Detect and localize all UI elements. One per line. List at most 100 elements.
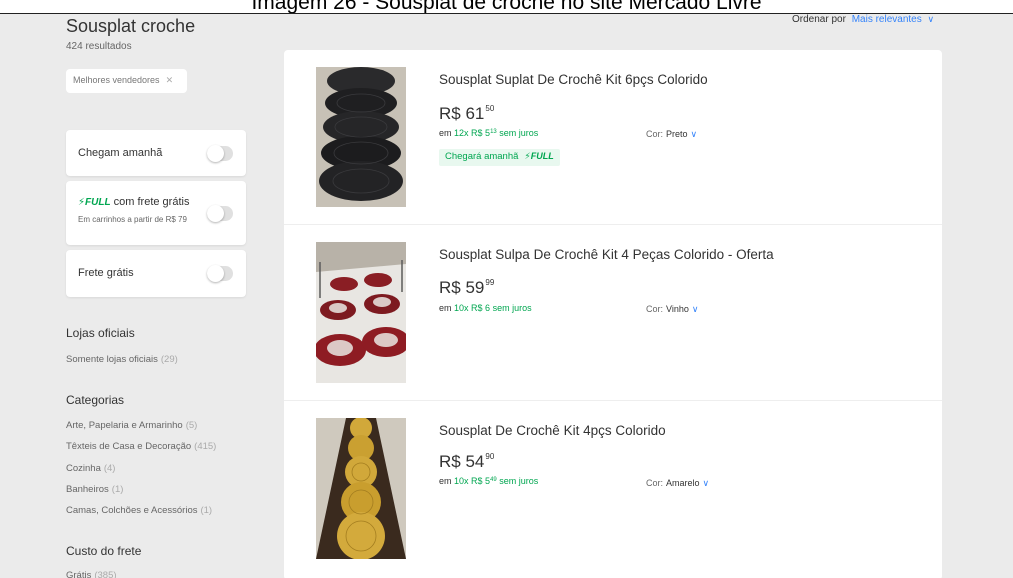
color-label: Cor:: [646, 129, 664, 139]
shipping-cost-count: (385): [94, 570, 117, 578]
installments-cents: 13: [490, 129, 497, 135]
toggle-sublabel: Em carrinhos a partir de R$ 79: [78, 215, 187, 224]
shipping-badge-text: Chegará amanhã: [445, 151, 519, 162]
sort-value: Mais relevantes: [851, 14, 922, 25]
color-label: Cor:: [646, 478, 664, 488]
chevron-down-icon: ∨: [702, 478, 710, 488]
results-list: Sousplat Suplat De Crochê Kit 6pçs Color…: [284, 50, 942, 578]
color-value: Amarelo: [666, 478, 700, 488]
full-logo-text: FULL: [85, 197, 111, 208]
results-count: 424 resultados: [66, 41, 132, 52]
product-price: R$ 6150: [439, 104, 494, 124]
product-image-yellow-crochet[interactable]: [316, 418, 406, 559]
category-link[interactable]: Arte, Papelaria e Armarinho (5): [66, 420, 197, 431]
filter-link-count: (29): [160, 354, 178, 365]
price-currency: R$: [439, 278, 461, 297]
price-int: 54: [465, 452, 485, 471]
product-price: R$ 5490: [439, 452, 494, 472]
category-label: Têxteis de Casa e Decoração: [66, 441, 192, 452]
category-count: (4): [103, 463, 116, 474]
product-photo: [316, 418, 406, 559]
installments: em 10x R$ 549 sem juros: [439, 476, 538, 486]
category-label: Cozinha: [66, 463, 101, 474]
category-link[interactable]: Cozinha (4): [66, 463, 115, 474]
filter-frete-gratis[interactable]: Frete grátis: [66, 250, 246, 297]
installments-em: em: [439, 128, 452, 138]
installments-suffix: sem juros: [499, 476, 539, 486]
category-count: (1): [200, 505, 213, 516]
installments-suffix: sem juros: [499, 128, 539, 138]
color-selector[interactable]: Cor: Amarelo ∨: [646, 478, 709, 489]
filter-link-label: Somente lojas oficiais: [66, 354, 158, 365]
installments-em: em: [439, 303, 452, 313]
price-cents: 50: [485, 104, 495, 113]
toggle-label: Chegam amanhã: [78, 147, 163, 159]
full-logo: ⚡FULL: [78, 197, 111, 208]
product-image-black-crochet[interactable]: [316, 67, 406, 207]
product-title[interactable]: Sousplat Suplat De Crochê Kit 6pçs Color…: [439, 72, 708, 87]
sort-label: Ordenar por: [792, 14, 846, 25]
sort-dropdown[interactable]: Ordenar por Mais relevantes ∨: [792, 14, 934, 25]
product-title[interactable]: Sousplat De Crochê Kit 4pçs Colorido: [439, 423, 666, 438]
installments: em 12x R$ 513 sem juros: [439, 128, 538, 138]
installments-cents: 49: [490, 477, 497, 483]
product-card[interactable]: Sousplat De Crochê Kit 4pçs Colorido R$ …: [284, 401, 942, 578]
full-label-text: com frete grátis: [113, 196, 190, 208]
category-label: Camas, Colchões e Acessórios: [66, 505, 198, 516]
category-label: Arte, Papelaria e Armarinho: [66, 420, 183, 431]
product-image-wine-crochet[interactable]: [316, 242, 406, 383]
section-title-custo-frete: Custo do frete: [66, 544, 142, 558]
filter-link-lojas-oficiais[interactable]: Somente lojas oficiais (29): [66, 354, 178, 365]
price-cents: 99: [485, 278, 495, 287]
installments-main: 10x R$ 6: [454, 303, 491, 313]
shipping-cost-link[interactable]: Grátis (385): [66, 570, 117, 578]
section-title-lojas-oficiais: Lojas oficiais: [66, 326, 135, 340]
color-selector[interactable]: Cor: Preto ∨: [646, 129, 697, 140]
product-title[interactable]: Sousplat Sulpa De Crochê Kit 4 Peças Col…: [439, 247, 774, 262]
chevron-down-icon: ∨: [927, 14, 935, 24]
product-photo: [316, 67, 406, 207]
price-int: 61: [465, 104, 485, 123]
color-value: Preto: [666, 129, 688, 139]
full-logo-text: FULL: [530, 151, 554, 161]
color-selector[interactable]: Cor: Vinho ∨: [646, 304, 698, 315]
price-currency: R$: [439, 104, 461, 123]
shipping-cost-label: Grátis: [66, 570, 92, 578]
toggle-switch[interactable]: [207, 205, 233, 222]
applied-filter-chip[interactable]: Melhores vendedores ✕: [66, 69, 187, 93]
category-link[interactable]: Têxteis de Casa e Decoração (415): [66, 441, 216, 452]
price-int: 59: [465, 278, 485, 297]
category-count: (1): [111, 484, 124, 495]
full-logo: ⚡FULL: [524, 151, 553, 161]
toggle-label: Frete grátis: [78, 267, 134, 279]
chevron-down-icon: ∨: [690, 129, 698, 139]
full-toggle-label: ⚡FULL com frete grátis: [78, 196, 189, 208]
color-label: Cor:: [646, 304, 664, 314]
category-count: (415): [194, 441, 217, 452]
chip-label: Melhores vendedores: [73, 75, 160, 85]
close-icon[interactable]: ✕: [166, 75, 174, 85]
shipping-badge: Chegará amanhã ⚡FULL: [439, 149, 560, 166]
price-cents: 90: [485, 452, 495, 461]
category-link[interactable]: Banheiros (1): [66, 484, 123, 495]
product-photo: [316, 242, 406, 383]
toggle-switch[interactable]: [207, 265, 233, 282]
bolt-icon: ⚡: [78, 197, 86, 208]
product-card[interactable]: Sousplat Suplat De Crochê Kit 6pçs Color…: [284, 50, 942, 225]
filter-chegam-amanha[interactable]: Chegam amanhã: [66, 130, 246, 176]
product-card[interactable]: Sousplat Sulpa De Crochê Kit 4 Peças Col…: [284, 225, 942, 401]
toggle-switch[interactable]: [207, 145, 233, 162]
installments-suffix: sem juros: [492, 303, 532, 313]
installments: em 10x R$ 6 sem juros: [439, 303, 532, 313]
category-count: (5): [185, 420, 198, 431]
search-title: Sousplat croche: [66, 16, 196, 36]
filter-full-frete-gratis[interactable]: ⚡FULL com frete grátis Em carrinhos a pa…: [66, 181, 246, 245]
installments-main: 10x R$ 5: [454, 476, 491, 486]
section-title-categorias: Categorias: [66, 393, 125, 407]
chevron-down-icon: ∨: [691, 304, 699, 314]
installments-main: 12x R$ 5: [454, 128, 491, 138]
product-price: R$ 5999: [439, 278, 494, 298]
category-link[interactable]: Camas, Colchões e Acessórios (1): [66, 505, 212, 516]
category-label: Banheiros: [66, 484, 109, 495]
mercado-livre-screen: Sousplat croche 424 resultados Ordenar p…: [0, 14, 1013, 578]
